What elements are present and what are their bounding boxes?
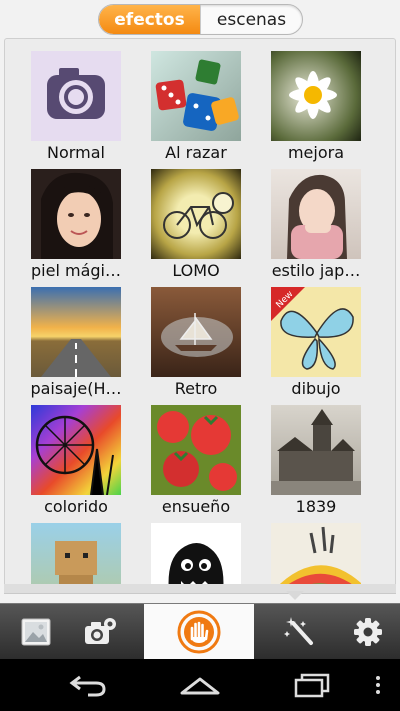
effect-thumbnail <box>151 51 241 141</box>
effects-panel: Normal Al razar mejora piel mági… LOMO e… <box>4 38 396 590</box>
effect-thumbnail <box>31 169 121 259</box>
magic-wand-icon <box>284 617 313 645</box>
recent-apps-button[interactable] <box>280 659 344 711</box>
effect-colorido[interactable]: colorido <box>16 393 136 516</box>
flower-image <box>289 71 337 119</box>
ferris-wheel-image <box>35 415 114 495</box>
effect-thumbnail <box>271 169 361 259</box>
effect-thumbnail <box>271 523 361 589</box>
tab-escenas[interactable]: escenas <box>200 5 302 34</box>
bottom-toolbar <box>0 603 400 660</box>
shutter-button[interactable] <box>144 604 254 660</box>
overflow-menu-button[interactable] <box>366 659 390 711</box>
effect-thumbnail <box>151 287 241 377</box>
effect-thumbnail <box>31 51 121 141</box>
effect-1839[interactable]: 1839 <box>256 393 376 516</box>
back-button[interactable] <box>56 659 120 711</box>
effect-thumbnail <box>151 523 241 589</box>
gallery-button[interactable] <box>8 604 64 660</box>
effect-thumbnail <box>151 405 241 495</box>
effect-ensueno[interactable]: ensueño <box>136 393 256 516</box>
monster-icon <box>168 543 224 589</box>
bicycle-image <box>163 192 234 239</box>
camera-settings-button[interactable] <box>72 604 128 660</box>
gear-icon <box>354 618 382 646</box>
effect-thumbnail <box>151 169 241 259</box>
panel-pointer <box>286 591 304 600</box>
road-landscape-image <box>41 339 111 377</box>
castle-image <box>271 409 361 495</box>
effect-item-13[interactable] <box>16 511 136 589</box>
home-icon <box>180 677 220 695</box>
recent-apps-icon <box>294 673 330 698</box>
camera-settings-icon <box>85 618 116 644</box>
hand-shutter-icon <box>177 610 221 654</box>
dice-image <box>155 59 239 131</box>
effects-button[interactable] <box>272 604 328 660</box>
gallery-icon <box>21 618 51 646</box>
portrait-image <box>41 172 113 259</box>
overflow-menu-icon <box>376 676 380 694</box>
effect-thumbnail <box>31 523 121 589</box>
ship-in-bottle-image <box>161 313 233 357</box>
tab-efectos[interactable]: efectos <box>99 5 200 34</box>
back-icon <box>69 675 106 697</box>
effect-dibujo[interactable]: New dibujo <box>256 275 376 398</box>
cardboard-robot-image <box>55 541 97 589</box>
effect-paisaje[interactable]: paisaje(H… <box>16 275 136 398</box>
rainbow-pencils-image <box>274 526 361 589</box>
effect-thumbnail <box>31 405 121 495</box>
effect-estilo-japones[interactable]: estilo jap… <box>256 157 376 280</box>
effect-thumbnail <box>31 287 121 377</box>
effect-thumbnail: New <box>271 287 361 377</box>
mode-segmented-control: efectos escenas <box>98 4 303 35</box>
effect-normal[interactable]: Normal <box>16 39 136 162</box>
girl-portrait-image <box>287 174 347 259</box>
effect-mejora[interactable]: mejora <box>256 39 376 162</box>
effect-lomo[interactable]: LOMO <box>136 157 256 280</box>
effect-thumbnail <box>271 405 361 495</box>
panel-bottom-edge <box>4 584 396 594</box>
butterfly-drawing-image: New <box>271 287 354 370</box>
effect-retro[interactable]: Retro <box>136 275 256 398</box>
effect-item-15[interactable] <box>256 511 376 589</box>
effect-item-14[interactable] <box>136 511 256 589</box>
effect-thumbnail <box>271 51 361 141</box>
effect-piel-magica[interactable]: piel mági… <box>16 157 136 280</box>
home-button[interactable] <box>168 659 232 711</box>
effect-al-razar[interactable]: Al razar <box>136 39 256 162</box>
system-nav-bar <box>0 659 400 711</box>
camera-icon <box>47 68 105 119</box>
top-bar: efectos escenas <box>0 0 400 38</box>
settings-button[interactable] <box>340 604 396 660</box>
tomatoes-image <box>157 411 237 491</box>
